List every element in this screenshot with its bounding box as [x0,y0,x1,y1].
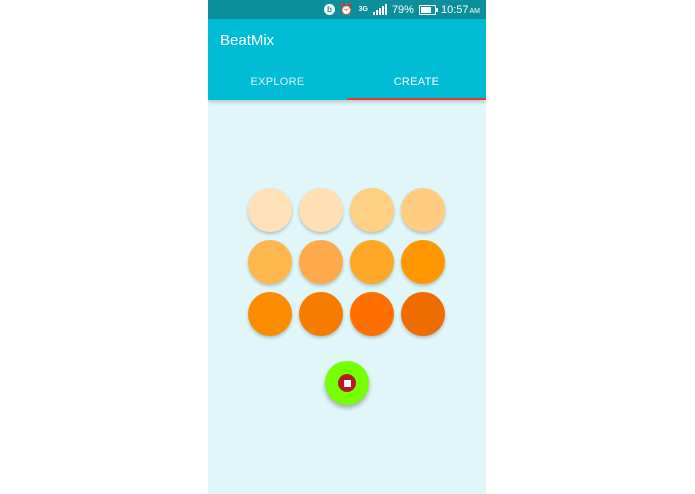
phone-screen: b ⏰ 3G 79% 10:57AM BeatMix EXPLORE CREAT… [208,0,486,494]
beat-pad-3[interactable] [350,188,394,232]
tab-bar: EXPLORE CREATE [208,63,486,100]
beat-pad-4[interactable] [401,188,445,232]
beat-pad-6[interactable] [299,240,343,284]
beat-pad-1[interactable] [248,188,292,232]
battery-percent: 79% [391,3,414,16]
tab-create[interactable]: CREATE [347,63,486,100]
clock-time: 10:57 [440,3,469,16]
battery-level-fill [420,6,432,13]
beat-pad-grid [248,188,445,336]
beats-icon: b [323,4,335,15]
battery-icon [418,4,438,15]
beat-pad-11[interactable] [350,292,394,336]
tab-explore[interactable]: EXPLORE [208,63,347,100]
beat-pad-5[interactable] [248,240,292,284]
cell-signal-icon [372,4,387,15]
clock-ampm: AM [469,7,481,15]
app-bar: BeatMix [208,19,486,63]
stop-button[interactable] [325,361,369,405]
beat-pad-2[interactable] [299,188,343,232]
beat-pad-9[interactable] [248,292,292,336]
alarm-clock-icon: ⏰ [339,4,354,16]
beat-pad-8[interactable] [401,240,445,284]
stop-icon [338,374,356,392]
stop-square [343,379,351,387]
beat-pad-12[interactable] [401,292,445,336]
network-type-label: 3G [358,6,368,13]
beat-pad-10[interactable] [299,292,343,336]
beat-pad-7[interactable] [350,240,394,284]
clock: 10:57AM [441,4,480,16]
app-title: BeatMix [220,32,275,49]
status-bar: b ⏰ 3G 79% 10:57AM [208,0,486,19]
